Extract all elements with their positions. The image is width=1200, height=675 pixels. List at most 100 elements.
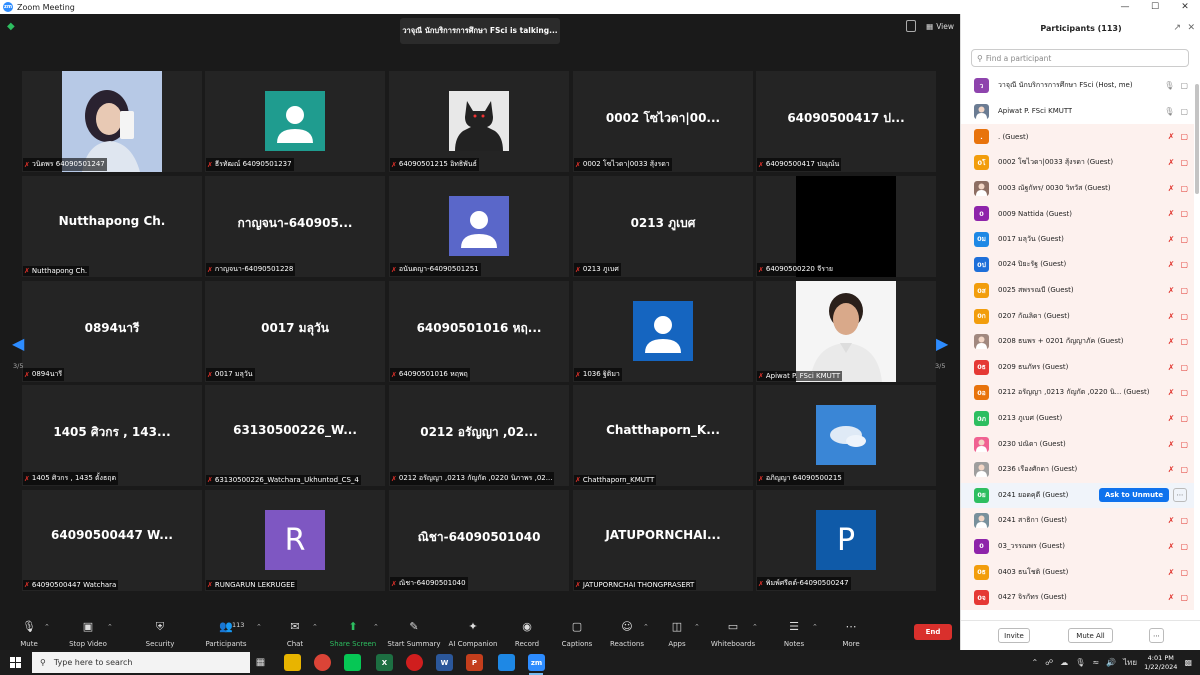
video-tile[interactable]: กาญจนา-640905... ✗ กาญจนา-64090501228 <box>205 176 385 277</box>
participant-row[interactable]: 0ก 0207 กัณลิดา (Guest) ✗ ▢ <box>961 303 1194 329</box>
chevron-up-icon[interactable]: ⌃ <box>1031 658 1038 667</box>
participant-list-scrollbar[interactable] <box>1195 84 1199 194</box>
cloud-icon[interactable]: ☁ <box>1060 658 1068 667</box>
video-tile[interactable]: ✗ วนิดพร 64090501247 <box>22 71 202 172</box>
invite-button[interactable]: Invite <box>998 628 1030 643</box>
participant-row[interactable]: 0อ 0212 อรัญญา ,0213 กัญกัต ,0220 นิ... (… <box>961 380 1194 406</box>
network-icon[interactable]: ☍ <box>1045 658 1053 667</box>
mute-all-button[interactable]: Mute All <box>1068 628 1113 643</box>
previous-page-icon[interactable]: ◀ <box>12 334 24 353</box>
participant-row[interactable]: 0208 ธนพร + 0201 กัญญาภัค (Guest) ✗ ▢ <box>961 328 1194 355</box>
more-options-button[interactable]: ⋯ <box>1149 628 1164 643</box>
file-explorer-icon[interactable] <box>284 654 301 671</box>
zoom-taskbar-icon[interactable]: zm <box>528 654 545 671</box>
video-tile[interactable]: 64090501016 หฤ... ✗ 64090501016 หฤพฤ <box>389 281 569 382</box>
video-tile[interactable]: Chatthaporn_K... ✗ Chatthaporn_KMUTT <box>573 385 753 486</box>
language-indicator[interactable]: ไทย <box>1123 656 1137 669</box>
ask-to-unmute-button[interactable]: Ask to Unmute <box>1099 487 1169 502</box>
participant-row[interactable]: 0ย 0241 ยอดคุดี (Guest) Ask to Unmute ⋯ <box>961 482 1194 509</box>
chrome-icon[interactable] <box>314 654 331 671</box>
line-app-icon[interactable] <box>344 654 361 671</box>
video-tile[interactable]: 64090500447 W... ✗ 64090500447 Watchara <box>22 490 202 591</box>
video-tile[interactable]: ✗ ธีรทัฒณ์ 64090501237 <box>205 71 385 172</box>
chevron-up-icon[interactable]: ⌃ <box>752 623 758 631</box>
more-button[interactable]: ⋯ More <box>816 620 886 648</box>
maximize-button[interactable]: ☐ <box>1140 0 1170 14</box>
video-tile[interactable]: ✗ 64090501215 อิทธิพันธ์ <box>389 71 569 172</box>
participant-row[interactable]: 0ธ 0403 ธนโชติ (Guest) ✗ ▢ <box>961 559 1194 585</box>
participant-row[interactable]: 0 03_วรรณพร (Guest) ✗ ▢ <box>961 533 1194 560</box>
opera-icon[interactable] <box>406 654 423 671</box>
participant-row[interactable]: 0ม 0017 มลุวัน (Guest) ✗ ▢ <box>961 226 1194 253</box>
participant-name-label: ✗ 0017 มลุวัน <box>206 368 255 381</box>
video-tile[interactable]: JATUPORNCHAI... ✗ JATUPORNCHAI THONGPRASER… <box>573 490 753 591</box>
camera-app-icon[interactable] <box>498 654 515 671</box>
excel-icon[interactable]: X <box>376 654 393 671</box>
next-page-icon[interactable]: ▶ <box>936 334 948 353</box>
zoom-logo-icon: zm <box>3 2 13 12</box>
video-tile[interactable]: 0017 มลุวัน ✗ 0017 มลุวัน <box>205 281 385 382</box>
clock[interactable]: 4:01 PM 1/22/2024 <box>1144 654 1177 672</box>
participant-display-name: 0017 มลุวัน <box>261 321 329 335</box>
chevron-up-icon[interactable]: ⌃ <box>44 623 50 631</box>
participant-row[interactable]: 0236 เรืองศักดา (Guest) ✗ ▢ <box>961 456 1194 483</box>
popout-icon[interactable]: ↗ <box>1173 23 1181 33</box>
video-tile[interactable]: P ✗ พิมพ์ศรีตต์-64090500247 <box>756 490 936 591</box>
video-tile[interactable]: ✗ 64090500220 จีราย <box>756 176 936 277</box>
view-button[interactable]: ▦ View <box>926 22 954 31</box>
close-button[interactable]: ✕ <box>1170 0 1200 14</box>
microphone-icon[interactable]: 🎙 <box>1075 658 1085 667</box>
video-tile[interactable]: 64090500417 ป... ✗ 64090500417 ปณุณ์น <box>756 71 936 172</box>
taskbar-search[interactable]: ⚲ Type here to search <box>32 652 250 673</box>
notifications-icon[interactable]: ▩ <box>1184 658 1192 667</box>
participant-row[interactable]: Apiwat P. FSci KMUTT 🎙 ▢ <box>961 99 1194 125</box>
windows-start-icon[interactable] <box>10 657 21 668</box>
video-tile[interactable]: 0894นารี ✗ 0894นารี <box>22 281 202 382</box>
task-view-icon[interactable]: ▦ <box>252 654 269 671</box>
encryption-shield-icon[interactable]: ◆ <box>7 21 17 32</box>
video-tile[interactable]: 63130500226_W... ✗ 63130500226_Watchara_Uk… <box>205 385 385 486</box>
participant-row[interactable]: 0003 ณัฐกัทร/ 0030 วิทวัส (Guest) ✗ ▢ <box>961 175 1194 201</box>
video-tile[interactable]: ✗ อนันตญา-64090501251 <box>389 176 569 277</box>
video-tile[interactable]: R ✗ RUNGARUN LEKRUGEE <box>205 490 385 591</box>
security-button[interactable]: ⛨ Security <box>125 620 195 648</box>
participant-row[interactable]: 0ส 0025 สพรรณบี (Guest) ✗ ▢ <box>961 277 1194 304</box>
chevron-up-icon[interactable]: ⌃ <box>107 623 113 631</box>
video-tile[interactable]: 0212 อรัญญา ,02... ✗ 0212 อรัญญา ,0213 กัญ… <box>389 385 569 486</box>
volume-icon[interactable]: 🔊 <box>1106 658 1116 667</box>
video-tile[interactable]: Nutthapong Ch. ✗ Nutthapong Ch. <box>22 176 202 277</box>
wifi-icon[interactable]: ≈ <box>1092 658 1099 667</box>
participant-row[interactable]: 0โ 0002 โซไวดา|0033 สุ้งรดา (Guest) ✗ ▢ <box>961 149 1194 176</box>
video-tile[interactable]: ✗ อภิญญา 64090500215 <box>756 385 936 486</box>
powerpoint-icon[interactable]: P <box>466 654 483 671</box>
immersive-icon[interactable] <box>906 20 917 32</box>
video-tile[interactable]: 0213 ภูเบศ ✗ 0213 ภูเบศ <box>573 176 753 277</box>
video-tile[interactable]: 0002 โซไวดา|00... ✗ 0002 โซไวดา|0033 สุ้งร… <box>573 71 753 172</box>
video-tile[interactable]: ✗ Apiwat P. FSci KMUTT <box>756 281 936 382</box>
minimize-button[interactable]: — <box>1110 0 1140 14</box>
letter-avatar: P <box>816 510 876 570</box>
participant-list-name: 0236 เรืองศักดา (Guest) <box>998 465 1078 474</box>
muted-microphone-icon: ✗ <box>207 476 213 484</box>
participant-row[interactable]: 0ธ 0209 ธนภัทร (Guest) ✗ ▢ <box>961 354 1194 381</box>
chevron-up-icon[interactable]: ⌃ <box>373 623 379 631</box>
participant-row[interactable]: . . (Guest) ✗ ▢ <box>961 124 1194 150</box>
participant-search-input[interactable] <box>985 53 1176 63</box>
end-meeting-button[interactable]: End <box>914 624 952 640</box>
chevron-up-icon[interactable]: ⌃ <box>312 623 318 631</box>
video-camera-icon: ▣ <box>82 620 94 633</box>
participant-row[interactable]: 0 0009 Nattida (Guest) ✗ ▢ <box>961 200 1194 227</box>
video-tile[interactable]: ✗ 1036 ฐิติมา <box>573 281 753 382</box>
participants-button[interactable]: 👥 113 Participants <box>191 620 261 648</box>
participant-row[interactable]: 0ป 0024 ปิยะรัฐ (Guest) ✗ ▢ <box>961 252 1194 278</box>
participant-row[interactable]: 0230 ปณิดา (Guest) ✗ ▢ <box>961 431 1194 457</box>
video-tile[interactable]: ณิชา-64090501040 ✗ ณิชา-64090501040 <box>389 490 569 591</box>
participant-more-button[interactable]: ⋯ <box>1173 487 1187 502</box>
participant-row[interactable]: ว วาจุณี นักบริการการศึกษา FSci (Host, me… <box>961 73 1194 99</box>
word-icon[interactable]: W <box>436 654 453 671</box>
video-tile[interactable]: 1405 ศิวกร , 143... ✗ 1405 ศิวกร , 1435 ตั… <box>22 385 202 486</box>
participant-row[interactable]: 0ภ 0213 ภูเบศ (Guest) ✗ ▢ <box>961 405 1194 432</box>
close-icon[interactable]: ✕ <box>1187 23 1195 33</box>
participant-row[interactable]: 0จ 0427 จิรกัทร (Guest) ✗ ▢ <box>961 584 1194 611</box>
participant-row[interactable]: 0241 สาธิกา (Guest) ✗ ▢ <box>961 508 1194 534</box>
